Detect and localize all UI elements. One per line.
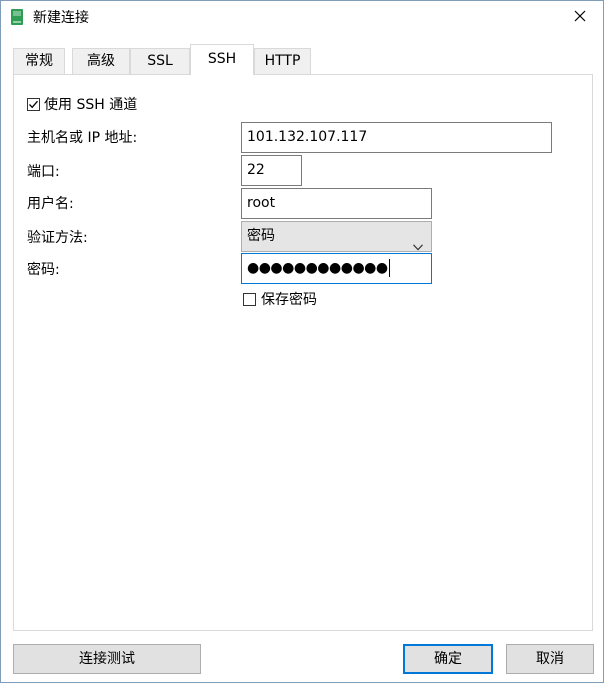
username-input[interactable]: root [241,188,432,219]
port-input[interactable]: 22 [241,155,302,186]
tab-bar: 常规 高级 SSL SSH HTTP [13,44,593,75]
password-mask: ●●●●●●●●●●●● [247,260,388,276]
app-icon [11,9,23,25]
dialog-window: 新建连接 常规 高级 SSL SSH HTTP 使用 SSH 通道 主机名或 I… [0,0,604,683]
test-connection-button[interactable]: 连接测试 [13,644,201,674]
close-button[interactable] [557,1,603,34]
tab-advanced[interactable]: 高级 [72,48,130,74]
ok-button[interactable]: 确定 [403,644,493,674]
save-password-label: 保存密码 [261,292,317,308]
host-label: 主机名或 IP 地址: [27,130,138,146]
use-ssh-tunnel-checkbox[interactable] [27,98,40,111]
port-label: 端口: [27,164,60,180]
text-cursor [388,259,390,277]
password-input[interactable]: ●●●●●●●●●●●● [241,253,432,284]
username-label: 用户名: [27,196,74,212]
save-password-checkbox[interactable] [243,293,256,306]
host-input[interactable]: 101.132.107.117 [241,122,552,153]
password-label: 密码: [27,262,60,278]
title-bar[interactable]: 新建连接 [1,1,603,34]
checkmark-icon [29,100,38,109]
chevron-down-icon [413,233,423,251]
tab-http[interactable]: HTTP [254,48,311,74]
use-ssh-tunnel-label: 使用 SSH 通道 [44,97,138,113]
window-title: 新建连接 [33,10,89,26]
tab-ssl[interactable]: SSL [130,48,190,74]
auth-method-select[interactable]: 密码 [241,221,432,252]
auth-method-label: 验证方法: [27,230,88,246]
auth-method-value: 密码 [247,228,275,244]
tab-general[interactable]: 常规 [13,48,65,74]
tab-ssh[interactable]: SSH [190,44,254,75]
cancel-button[interactable]: 取消 [506,644,594,674]
ssh-panel [13,74,593,631]
close-icon [574,10,586,26]
